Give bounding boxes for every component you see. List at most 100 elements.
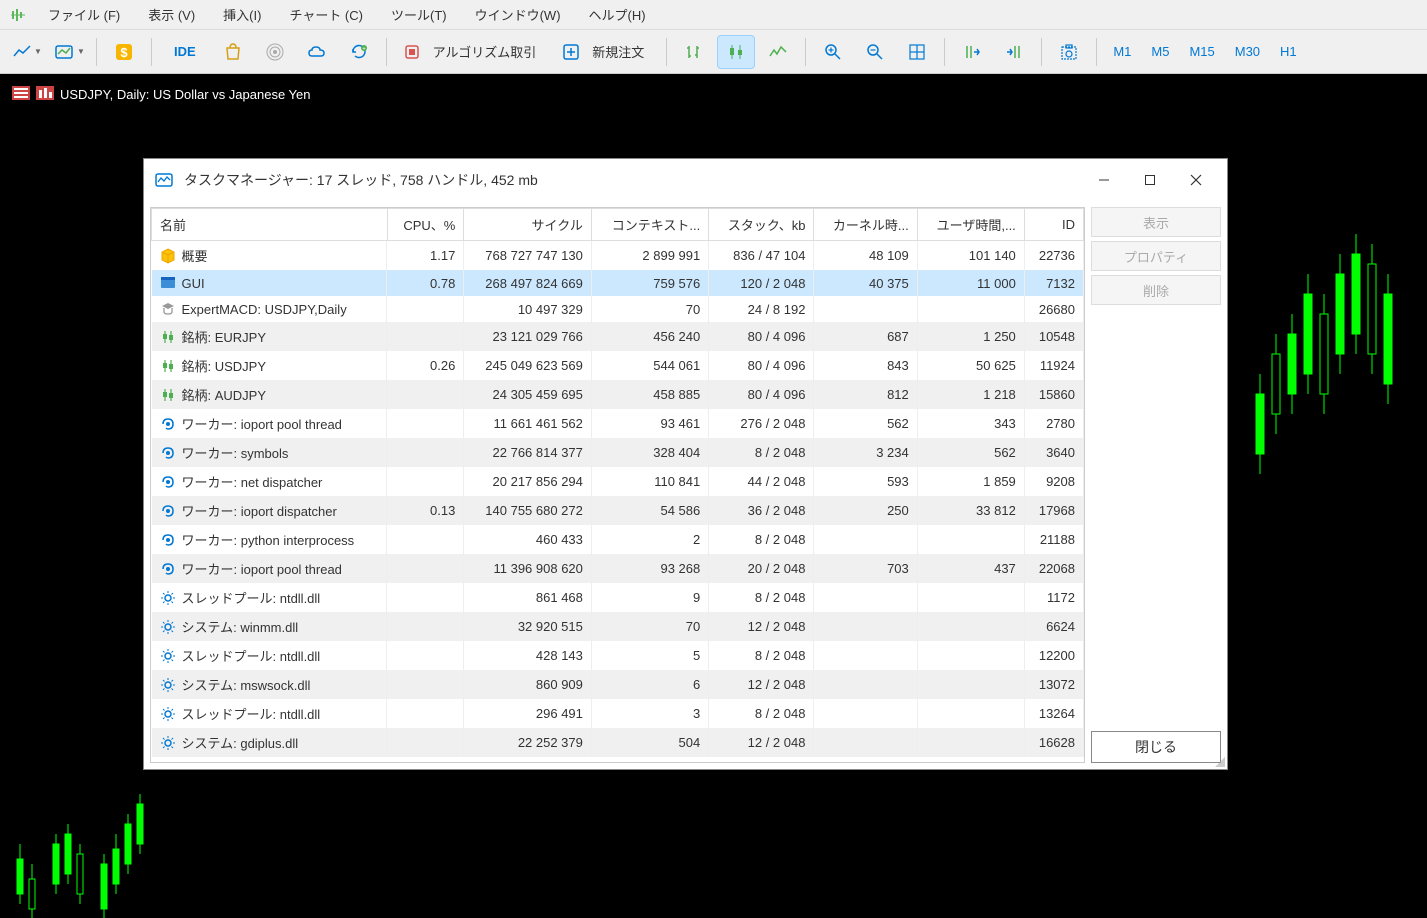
line-chart2-button[interactable] xyxy=(759,35,797,69)
table-row[interactable]: 銘柄: USDJPY0.26245 049 623 569544 06180 /… xyxy=(152,351,1084,380)
row-ctx: 70 xyxy=(591,612,708,641)
row-ctx: 2 xyxy=(591,525,708,554)
symbol-icon xyxy=(160,387,176,403)
row-cycles: 860 909 xyxy=(464,670,592,699)
row-cpu xyxy=(387,641,464,670)
refresh-button[interactable]: + xyxy=(340,35,378,69)
col-context[interactable]: コンテキスト... xyxy=(591,209,708,241)
table-row[interactable]: スレッドプール: ntdll.dll861 46898 / 2 0481172 xyxy=(152,583,1084,612)
menu-chart[interactable]: チャート (C) xyxy=(277,1,375,28)
row-ctx: 54 586 xyxy=(591,496,708,525)
indicator-button[interactable]: ▼ xyxy=(50,35,88,69)
menu-tool[interactable]: ツール(T) xyxy=(379,1,459,28)
screenshot-button[interactable] xyxy=(1050,35,1088,69)
dialog-side-panel: 表示 プロパティ 削除 閉じる xyxy=(1091,207,1221,763)
table-row[interactable]: ExpertMACD: USDJPY,Daily10 497 3297024 /… xyxy=(152,296,1084,322)
properties-button[interactable]: プロパティ xyxy=(1091,241,1221,271)
menu-help[interactable]: ヘルプ(H) xyxy=(577,1,658,28)
row-utime xyxy=(917,612,1024,641)
cloud-button[interactable] xyxy=(298,35,336,69)
menu-window[interactable]: ウインドウ(W) xyxy=(463,1,573,28)
timeframe-m15[interactable]: M15 xyxy=(1181,40,1222,63)
row-cpu xyxy=(387,322,464,351)
gear-icon xyxy=(160,590,176,606)
table-row[interactable]: スレッドプール: ntdll.dll296 49138 / 2 04813264 xyxy=(152,699,1084,728)
row-cycles: 24 305 459 695 xyxy=(464,380,592,409)
shift-chart-button[interactable] xyxy=(953,35,991,69)
table-row[interactable]: ワーカー: net dispatcher20 217 856 294110 84… xyxy=(152,467,1084,496)
grid-button[interactable] xyxy=(898,35,936,69)
table-row[interactable]: ワーカー: ioport pool thread11 396 908 62093… xyxy=(152,554,1084,583)
line-chart-button[interactable]: ▼ xyxy=(8,35,46,69)
row-ctx: 93 268 xyxy=(591,554,708,583)
timeframe-m30[interactable]: M30 xyxy=(1227,40,1268,63)
timeframe-h1[interactable]: H1 xyxy=(1272,40,1305,63)
col-cpu[interactable]: CPU、% xyxy=(387,209,464,241)
col-stack[interactable]: スタック、kb xyxy=(709,209,814,241)
show-button[interactable]: 表示 xyxy=(1091,207,1221,237)
row-ktime xyxy=(814,699,917,728)
table-row[interactable]: GUI0.78268 497 824 669759 576120 / 2 048… xyxy=(152,270,1084,296)
minimize-button[interactable] xyxy=(1081,164,1127,196)
menu-view[interactable]: 表示 (V) xyxy=(136,1,207,28)
dialog-titlebar[interactable]: タスクマネージャー: 17 スレッド, 758 ハンドル, 452 mb xyxy=(144,159,1227,201)
row-ctx: 458 885 xyxy=(591,380,708,409)
close-button[interactable]: 閉じる xyxy=(1091,731,1221,763)
table-row[interactable]: 概要1.17768 727 747 1302 899 991836 / 47 1… xyxy=(152,241,1084,271)
ide-button[interactable]: IDE xyxy=(160,40,210,63)
table-row[interactable]: ワーカー: ioport pool thread11 661 461 56293… xyxy=(152,409,1084,438)
bar-chart-button[interactable] xyxy=(675,35,713,69)
menu-file[interactable]: ファイル (F) xyxy=(36,1,132,28)
task-table-container[interactable]: 名前 CPU、% サイクル コンテキスト... スタック、kb カーネル時...… xyxy=(150,207,1085,763)
row-stack: 36 / 2 048 xyxy=(709,496,814,525)
resize-grip[interactable] xyxy=(1213,755,1225,767)
col-name[interactable]: 名前 xyxy=(152,209,388,241)
cube-icon xyxy=(160,248,176,264)
table-row[interactable]: システム: gdiplus.dll22 252 37950412 / 2 048… xyxy=(152,728,1084,757)
candle-chart-button[interactable] xyxy=(717,35,755,69)
row-stack: 120 / 2 048 xyxy=(709,270,814,296)
table-row[interactable]: ワーカー: ioport dispatcher0.13140 755 680 2… xyxy=(152,496,1084,525)
zoom-in-button[interactable] xyxy=(814,35,852,69)
zoom-out-button[interactable] xyxy=(856,35,894,69)
shopping-bag-button[interactable] xyxy=(214,35,252,69)
row-cycles: 22 252 379 xyxy=(464,728,592,757)
table-row[interactable]: システム: mswsock.dll860 909612 / 2 04813072 xyxy=(152,670,1084,699)
row-cpu xyxy=(387,699,464,728)
table-row[interactable]: ワーカー: python interprocess460 43328 / 2 0… xyxy=(152,525,1084,554)
row-cycles: 10 497 329 xyxy=(464,296,592,322)
row-ctx: 6 xyxy=(591,670,708,699)
delete-button[interactable]: 削除 xyxy=(1091,275,1221,305)
table-row[interactable]: ワーカー: symbols22 766 814 377328 4048 / 2 … xyxy=(152,438,1084,467)
table-row[interactable]: システム: winmm.dll32 920 5157012 / 2 048662… xyxy=(152,612,1084,641)
row-id: 2780 xyxy=(1024,409,1083,438)
gear-icon xyxy=(160,735,176,751)
col-cycles[interactable]: サイクル xyxy=(464,209,592,241)
row-utime: 1 250 xyxy=(917,322,1024,351)
autoscroll-button[interactable] xyxy=(995,35,1033,69)
row-ktime: 562 xyxy=(814,409,917,438)
signal-button[interactable] xyxy=(256,35,294,69)
close-x-button[interactable] xyxy=(1173,164,1219,196)
row-cpu: 0.78 xyxy=(387,270,464,296)
row-ktime: 48 109 xyxy=(814,241,917,271)
col-kernel[interactable]: カーネル時... xyxy=(814,209,917,241)
menu-insert[interactable]: 挿入(I) xyxy=(211,1,273,28)
table-row[interactable]: 銘柄: AUDJPY24 305 459 695458 88580 / 4 09… xyxy=(152,380,1084,409)
col-id[interactable]: ID xyxy=(1024,209,1083,241)
maximize-button[interactable] xyxy=(1127,164,1173,196)
table-row[interactable]: 銘柄: EURJPY23 121 029 766456 24080 / 4 09… xyxy=(152,322,1084,351)
row-stack: 20 / 2 048 xyxy=(709,554,814,583)
timeframe-m1[interactable]: M1 xyxy=(1105,40,1139,63)
col-user[interactable]: ユーザ時間,... xyxy=(917,209,1024,241)
row-cpu xyxy=(387,583,464,612)
chart-table-icon xyxy=(12,86,30,103)
timeframe-m5[interactable]: M5 xyxy=(1143,40,1177,63)
row-name: システム: winmm.dll xyxy=(182,617,299,636)
gui-icon xyxy=(160,275,176,291)
table-row[interactable]: スレッドプール: ntdll.dll428 14358 / 2 04812200 xyxy=(152,641,1084,670)
row-utime xyxy=(917,525,1024,554)
new-order-button[interactable]: 新規注文 xyxy=(554,38,658,65)
algo-trading-button[interactable]: アルゴリズム取引 xyxy=(395,38,551,65)
dollar-button[interactable]: $ xyxy=(105,35,143,69)
